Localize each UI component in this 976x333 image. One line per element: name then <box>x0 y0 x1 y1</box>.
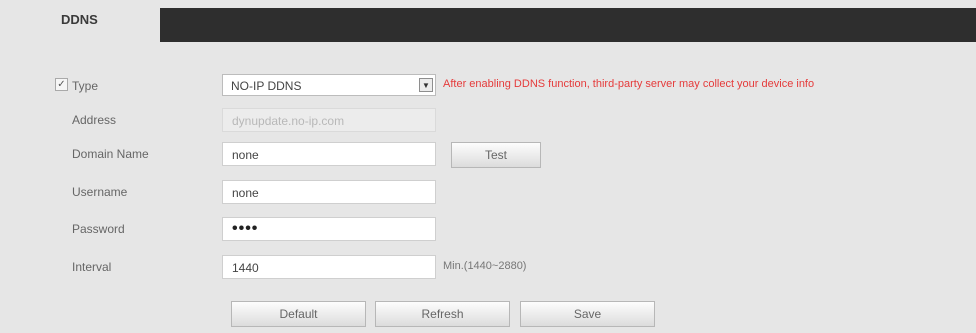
default-button[interactable]: Default <box>231 301 366 327</box>
password-field[interactable]: •••• <box>222 217 436 241</box>
username-row: Username none <box>0 180 976 208</box>
password-row: Password •••• <box>0 217 976 245</box>
password-label: Password <box>72 222 125 236</box>
username-field[interactable]: none <box>222 180 436 204</box>
address-field: dynupdate.no-ip.com <box>222 108 436 132</box>
interval-label: Interval <box>72 260 112 274</box>
address-row: Address dynupdate.no-ip.com <box>0 108 976 136</box>
domain-name-field[interactable]: none <box>222 142 436 166</box>
domain-name-row: Domain Name none Test <box>0 142 976 170</box>
privacy-warning: After enabling DDNS function, third-part… <box>443 78 815 90</box>
type-row: ✓ Type NO-IP DDNS ▼ After enabling DDNS … <box>0 74 976 102</box>
tab-ddns[interactable]: DDNS <box>10 0 160 42</box>
type-label: Type <box>72 79 99 93</box>
domain-name-label: Domain Name <box>72 147 149 161</box>
address-label: Address <box>72 113 117 127</box>
type-select[interactable]: NO-IP DDNS ▼ <box>222 74 436 96</box>
type-select-value: NO-IP DDNS <box>231 79 302 93</box>
interval-unit: Min.(1440~2880) <box>443 260 527 272</box>
chevron-down-icon[interactable]: ▼ <box>419 78 433 92</box>
username-label: Username <box>72 185 128 199</box>
save-button[interactable]: Save <box>520 301 655 327</box>
tab-label: DDNS <box>61 12 98 27</box>
test-button[interactable]: Test <box>451 142 541 168</box>
type-checkbox[interactable]: ✓ <box>55 78 68 91</box>
refresh-button[interactable]: Refresh <box>375 301 510 327</box>
interval-field[interactable]: 1440 <box>222 255 436 279</box>
interval-row: Interval 1440 Min.(1440~2880) <box>0 255 976 283</box>
